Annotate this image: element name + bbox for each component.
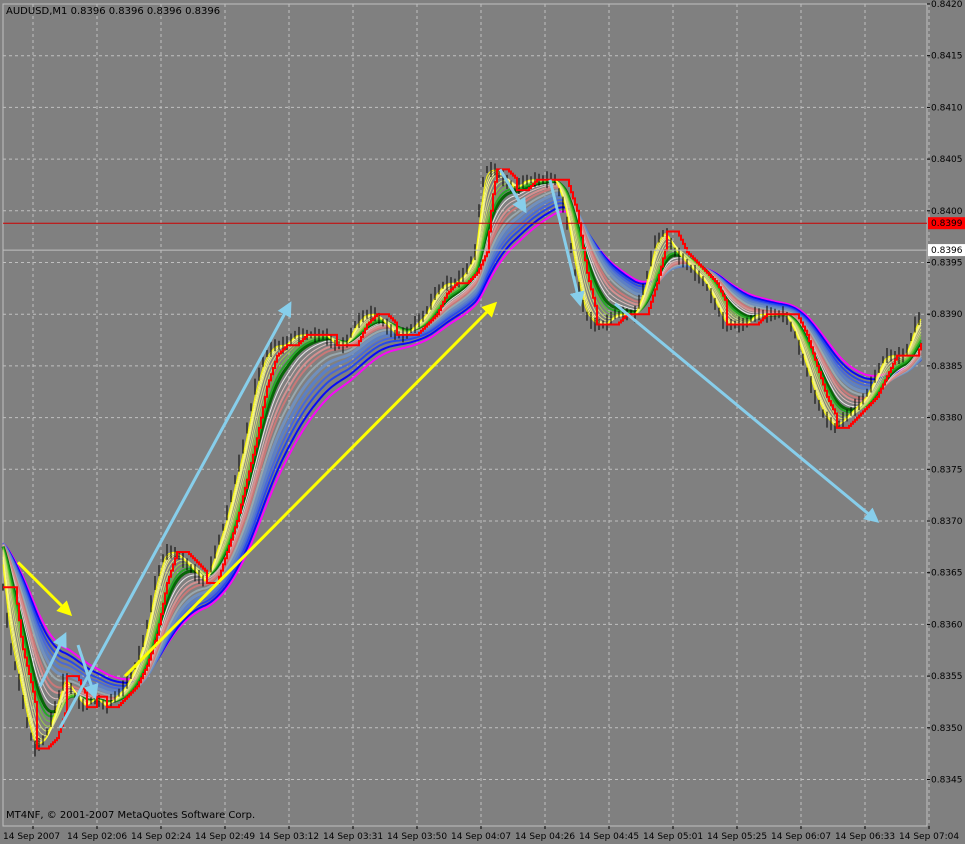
y-tick-label: 0.8360: [931, 620, 963, 630]
x-tick-label: 14 Sep 03:50: [387, 832, 447, 842]
x-tick-label: 14 Sep 05:25: [707, 832, 767, 842]
x-tick-label: 14 Sep 07:04: [899, 832, 959, 842]
y-tick-label: 0.8385: [931, 362, 963, 372]
plot-frame: [2, 3, 928, 827]
y-tick-label: 0.8380: [931, 414, 963, 424]
y-tick-label: 0.8400: [931, 207, 963, 217]
copyright-label: MT4NF, © 2001-2007 MetaQuotes Software C…: [6, 810, 255, 821]
y-tick-label: 0.8410: [931, 103, 963, 113]
x-tick-label: 14 Sep 03:31: [323, 832, 383, 842]
y-tick-label: 0.8405: [931, 155, 963, 165]
y-tick-label: 0.8365: [931, 569, 963, 579]
y-tick-label: 0.8375: [931, 465, 963, 475]
x-tick-label: 14 Sep 02:49: [195, 832, 255, 842]
x-tick-label: 14 Sep 04:26: [515, 832, 575, 842]
y-tick-label: 0.8350: [931, 724, 963, 734]
price-chart[interactable]: 0.8420 0.8415 0.8410 0.8405 0.8400 0.8395 0.83…: [0, 0, 965, 844]
price-level-label: 0.8399: [931, 219, 963, 229]
x-tick-label: 14 Sep 04:45: [579, 832, 639, 842]
y-tick-label: 0.8370: [931, 517, 963, 527]
y-tick-label: 0.8420: [931, 0, 963, 10]
x-tick-label: 14 Sep 06:33: [835, 832, 895, 842]
x-tick-label: 14 Sep 04:07: [451, 832, 511, 842]
y-tick-label: 0.8415: [931, 52, 963, 62]
x-tick-label: 14 Sep 03:12: [259, 832, 319, 842]
y-tick-label: 0.8390: [931, 310, 963, 320]
chart-window: 0.8420 0.8415 0.8410 0.8405 0.8400 0.8395 0.83…: [0, 0, 965, 844]
x-tick-label: 14 Sep 02:06: [67, 832, 127, 842]
chart-header-label: AUDUSD,M1 0.8396 0.8396 0.8396 0.8396: [6, 6, 220, 17]
x-tick-label: 14 Sep 06:07: [771, 832, 831, 842]
y-tick-label: 0.8355: [931, 672, 963, 682]
x-tick-label: 14 Sep 05:01: [643, 832, 703, 842]
x-tick-label: 14 Sep 02:24: [131, 832, 191, 842]
x-tick-label: 14 Sep 2007: [3, 832, 60, 842]
y-tick-label: 0.8345: [931, 776, 963, 786]
y-tick-label: 0.8395: [931, 259, 963, 269]
price-level-label: 0.8396: [931, 246, 963, 256]
